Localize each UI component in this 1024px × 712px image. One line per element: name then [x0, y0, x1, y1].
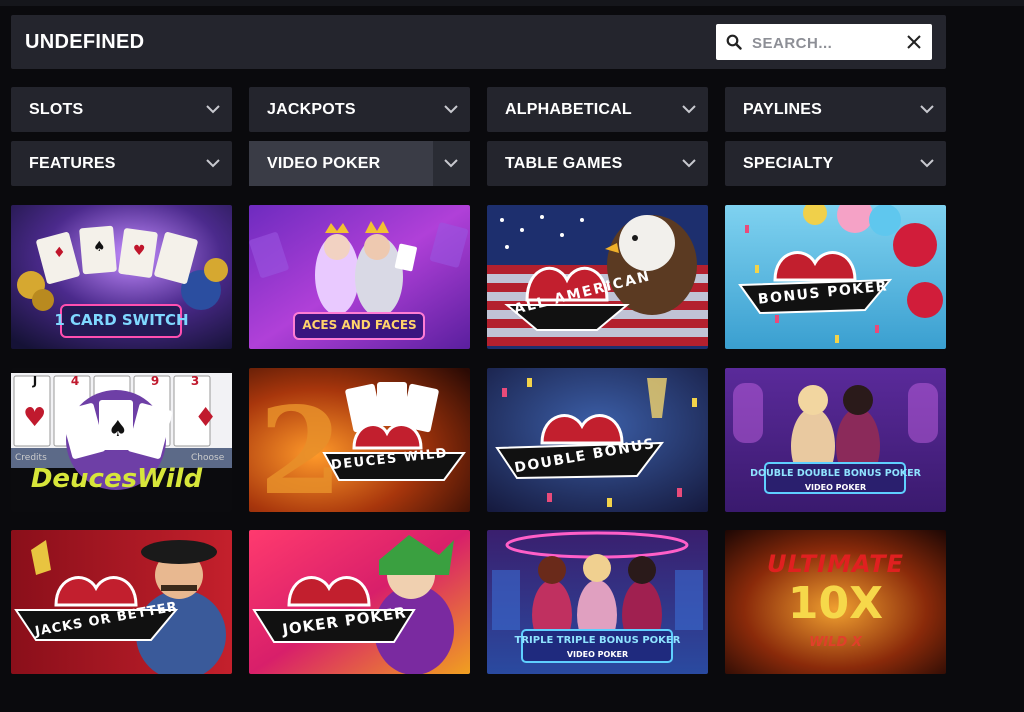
card-rank: 9	[150, 374, 160, 388]
top-border	[0, 0, 1024, 6]
game-title: DeucesWild	[30, 464, 203, 494]
game-tile-bonus-poker[interactable]: BONUS POKER	[725, 205, 946, 349]
game-title: ULTIMATE	[766, 550, 905, 578]
svg-text:♠: ♠	[108, 417, 128, 442]
card-rank: J	[32, 374, 38, 388]
game-tile-deuces-wild-classic[interactable]: ♥ ♦ ♠ J 4 9 3 Credits Choose DeucesWild	[11, 368, 232, 512]
search-box[interactable]	[716, 24, 932, 60]
chevron-down-icon	[206, 105, 220, 114]
filter-label: TABLE GAMES	[505, 155, 623, 172]
game-thumbnail: 2	[249, 368, 470, 512]
game-title: TRIPLE TRIPLE BONUS POKER	[514, 635, 681, 646]
game-title: 1 CARD SWITCH	[54, 311, 189, 329]
filter-specialty[interactable]: SPECIALTY	[725, 141, 946, 186]
filter-video-poker[interactable]: VIDEO POKER	[249, 141, 470, 186]
game-subtitle: VIDEO POKER	[804, 483, 867, 492]
card-rank: 4	[70, 374, 80, 388]
game-big-label: 10X	[787, 578, 884, 629]
game-title: DOUBLE DOUBLE BONUS POKER	[750, 468, 921, 479]
card-rank: 3	[190, 374, 200, 388]
chevron-down-icon	[444, 159, 458, 168]
game-tile-double-bonus[interactable]: DOUBLE BONUS	[487, 368, 708, 512]
page-title: UNDEFINED	[25, 31, 145, 53]
game-tile-all-american[interactable]: ALL AMERICAN	[487, 205, 708, 349]
filter-label: PAYLINES	[743, 101, 822, 118]
filter-label: JACKPOTS	[267, 101, 356, 118]
game-tile-1-card-switch[interactable]: ♦ ♠ ♥ 1 CARD SWITCH	[11, 205, 232, 349]
svg-text:♥: ♥	[133, 243, 146, 259]
filter-features[interactable]: FEATURES	[11, 141, 232, 186]
game-subtitle: VIDEO POKER	[566, 650, 629, 659]
game-wild-label: WILD X	[809, 635, 862, 650]
filter-label: SPECIALTY	[743, 155, 834, 172]
filter-jackpots[interactable]: JACKPOTS	[249, 87, 470, 132]
game-tile-triple-triple-bonus-poker[interactable]: TRIPLE TRIPLE BONUS POKER VIDEO POKER	[487, 530, 708, 674]
game-tile-deuces-wild[interactable]: 2 DEUCES WILD	[249, 368, 470, 512]
filter-label: VIDEO POKER	[267, 155, 381, 172]
svg-text:♦: ♦	[194, 403, 217, 433]
svg-text:2: 2	[259, 381, 343, 512]
filter-label: SLOTS	[29, 101, 84, 118]
credits-label: Credits	[15, 453, 47, 463]
svg-text:♦: ♦	[53, 245, 66, 261]
chevron-down-icon	[444, 105, 458, 114]
close-icon[interactable]	[906, 34, 922, 50]
game-tile-ultimate-10x[interactable]: ULTIMATE 10X WILD X	[725, 530, 946, 674]
game-tile-joker-poker[interactable]: JOKER POKER	[249, 530, 470, 674]
chevron-down-icon	[682, 159, 696, 168]
filter-table-games[interactable]: TABLE GAMES	[487, 141, 708, 186]
filter-label: ALPHABETICAL	[505, 101, 632, 118]
game-title: ACES AND FACES	[302, 318, 417, 332]
chevron-down-icon	[920, 159, 934, 168]
game-tile-aces-and-faces[interactable]: ACES AND FACES	[249, 205, 470, 349]
filter-slots[interactable]: SLOTS	[11, 87, 232, 132]
search-icon	[726, 34, 742, 50]
svg-text:♠: ♠	[93, 239, 106, 255]
chevron-down-icon	[920, 105, 934, 114]
header-bar: UNDEFINED	[11, 15, 946, 69]
chevron-down-icon	[682, 105, 696, 114]
search-input[interactable]	[750, 30, 899, 56]
chevron-down-icon	[206, 159, 220, 168]
filter-alphabetical[interactable]: ALPHABETICAL	[487, 87, 708, 132]
game-tile-jacks-or-better[interactable]: JACKS OR BETTER	[11, 530, 232, 674]
svg-text:♥: ♥	[23, 403, 46, 433]
choose-label: Choose	[191, 453, 225, 463]
filter-paylines[interactable]: PAYLINES	[725, 87, 946, 132]
game-tile-double-double-bonus-poker[interactable]: DOUBLE DOUBLE BONUS POKER VIDEO POKER	[725, 368, 946, 512]
filter-label: FEATURES	[29, 155, 116, 172]
